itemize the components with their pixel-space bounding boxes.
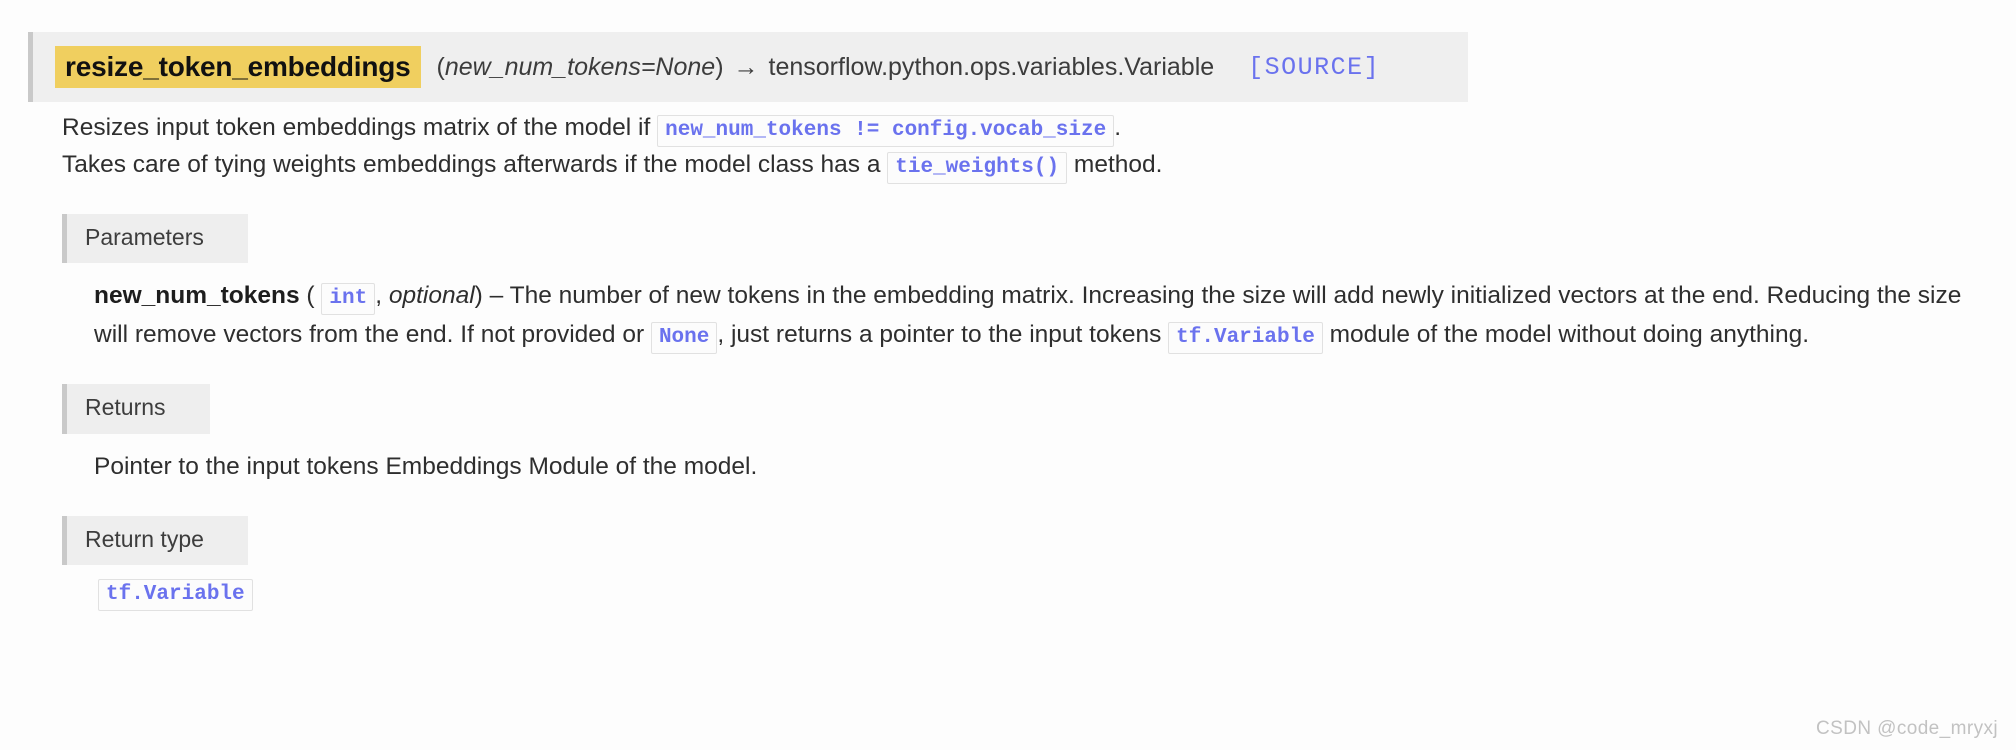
param-open-paren: ( xyxy=(306,282,315,310)
code-new-num-tokens-compare: new_num_tokens != config.vocab_size xyxy=(657,115,1115,147)
return-type-section: Return type tf.Variable xyxy=(28,515,1988,612)
return-arrow-icon: → xyxy=(733,52,759,81)
returns-label: Returns xyxy=(62,384,210,434)
code-none: None xyxy=(650,321,718,354)
signature-return-type: tensorflow.python.ops.variables.Variable xyxy=(768,52,1215,81)
para1-text-before: Resizes input token embeddings matrix of… xyxy=(62,114,651,141)
parameters-body: new_num_tokens ( int, optional) – The nu… xyxy=(94,277,1988,354)
param-comma: , xyxy=(375,282,383,310)
signature-header: resize_token_embeddings (new_num_tokens=… xyxy=(28,32,1468,102)
parameters-section: Parameters new_num_tokens ( int, optiona… xyxy=(28,213,1988,355)
param-optional-flag: optional xyxy=(388,282,475,310)
close-paren: ) xyxy=(715,52,724,81)
watermark: CSDN @code_mryxj xyxy=(1816,718,1998,739)
para2-text-after: method. xyxy=(1073,150,1163,178)
description-paragraph-1: Resizes input token embeddings matrix of… xyxy=(62,110,1988,147)
description-paragraph-2: Takes care of tying weights embeddings a… xyxy=(62,147,1988,184)
returns-section: Returns Pointer to the input tokens Embe… xyxy=(28,384,1988,486)
param-description-part-3: module of the model without doing anythi… xyxy=(1329,320,1810,348)
open-paren: ( xyxy=(436,52,445,81)
param-close-paren: ) xyxy=(474,282,483,310)
para1-text-after: . xyxy=(1114,114,1122,141)
method-name: resize_token_embeddings xyxy=(55,46,421,88)
code-int-type: int xyxy=(321,283,376,316)
para2-text-before: Takes care of tying weights embeddings a… xyxy=(62,150,881,178)
param-dash: – xyxy=(489,282,504,310)
source-link[interactable]: [SOURCE] xyxy=(1248,53,1380,82)
documentation-body: Resizes input token embeddings matrix of… xyxy=(28,110,1988,612)
code-tf-variable-inline: tf.Variable xyxy=(1168,321,1323,354)
signature-parameters: (new_num_tokens=None) xyxy=(437,53,724,82)
return-type-body: tf.Variable xyxy=(98,579,1988,612)
code-tie-weights: tie_weights() xyxy=(887,151,1068,184)
signature-params-text: new_num_tokens=None xyxy=(444,52,716,81)
return-type-label: Return type xyxy=(62,515,248,566)
parameters-label: Parameters xyxy=(62,213,248,264)
param-name: new_num_tokens xyxy=(94,282,300,310)
param-description-part-2: , just returns a pointer to the input to… xyxy=(717,320,1162,348)
code-tf-variable-return: tf.Variable xyxy=(98,579,253,612)
returns-body: Pointer to the input tokens Embeddings M… xyxy=(94,452,758,480)
signature-row: resize_token_embeddings (new_num_tokens=… xyxy=(28,32,1468,102)
